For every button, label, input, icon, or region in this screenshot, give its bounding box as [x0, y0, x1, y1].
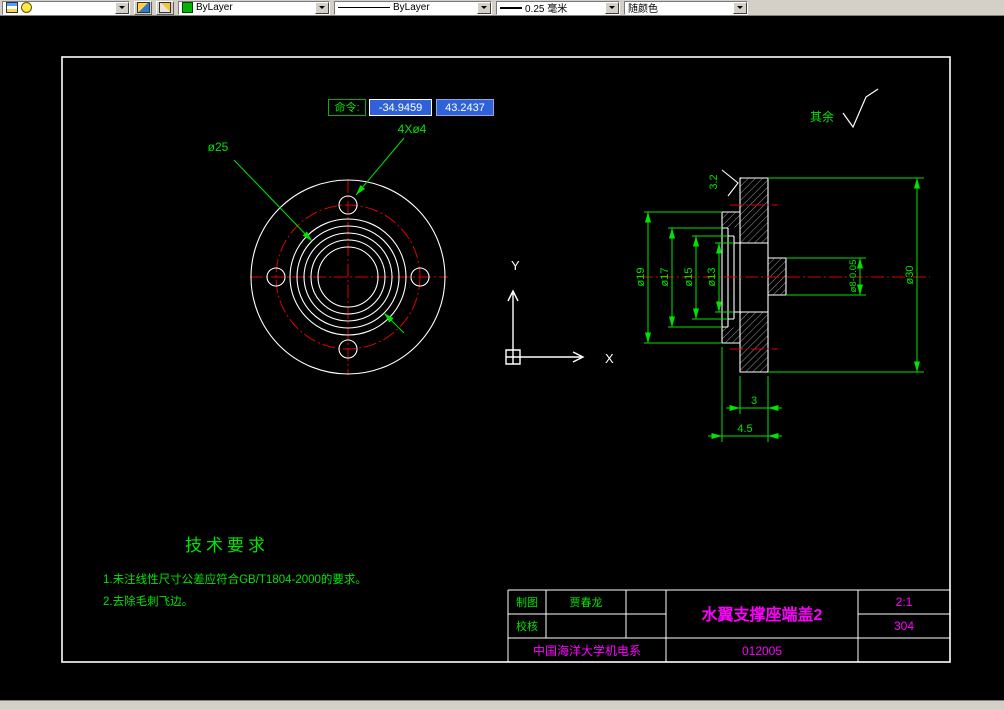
drawing-svg[interactable]: ø25 4Xø4 Y X ø19 ø17 ø15 ø13 ø8-0.05 ø30… — [0, 0, 1004, 709]
lineweight-value: 0.25 毫米 — [525, 4, 568, 15]
lineweight-sample-icon — [500, 6, 522, 9]
roughness-symbol-icon — [842, 88, 879, 129]
color-combo-dropdown[interactable] — [315, 1, 329, 14]
checked-label: 校核 — [516, 619, 538, 633]
hatch-region — [722, 212, 740, 228]
color-combo[interactable]: ByLayer — [178, 0, 330, 15]
layer-previous-button[interactable] — [156, 0, 174, 15]
drawn-label: 制图 — [516, 596, 538, 609]
other-surfaces-label: 其余 — [810, 109, 834, 124]
dim-label: ø8-0.05 — [848, 260, 859, 293]
layers-icon — [136, 2, 150, 13]
linetype-combo[interactable]: ByLayer — [334, 0, 492, 15]
organization: 中国海洋大学机电系 — [533, 643, 641, 658]
dim-label: ø13 — [706, 268, 718, 287]
front-view[interactable]: ø25 4Xø4 — [208, 122, 448, 375]
command-prompt-box[interactable]: 命令: — [328, 99, 366, 116]
dim-label: ø17 — [659, 268, 671, 287]
hatch-region — [722, 327, 740, 343]
title-block: 制图 贾春龙 校核 水翼支撑座端盖2 2:1 304 中国海洋大学机电系 012… — [507, 589, 950, 662]
dim-label: 3 — [751, 395, 757, 407]
material-value: 304 — [894, 619, 914, 633]
dim-label-holes: 4Xø4 — [398, 122, 427, 136]
drawing-number: 012005 — [742, 644, 782, 658]
ucs-y-label: Y — [511, 258, 520, 273]
plotstyle-value: 随颜色 — [628, 4, 658, 15]
hatch-region — [740, 178, 768, 243]
tech-req-item: 1.未注线性尺寸公差应符合GB/T1804-2000的要求。 — [103, 572, 367, 586]
layer-state-icon — [21, 2, 32, 13]
tech-req-title: 技术要求 — [185, 536, 269, 555]
dim-label: ø30 — [904, 266, 916, 285]
layer-tool-icon — [159, 2, 171, 13]
dim-label: 4.5 — [737, 423, 752, 435]
tech-req-item: 2.去除毛刺飞边。 — [103, 594, 193, 608]
roughness-symbol-icon — [721, 169, 739, 197]
part-name: 水翼支撑座端盖2 — [702, 605, 823, 624]
dim-label: ø15 — [683, 268, 695, 287]
plotstyle-combo-dropdown[interactable] — [733, 1, 747, 14]
linetype-combo-dropdown[interactable] — [477, 1, 491, 14]
scale-value: 2:1 — [896, 595, 913, 609]
layer-manager-button[interactable] — [134, 0, 152, 15]
ucs-icon: Y X — [505, 258, 614, 366]
linetype-value: ByLayer — [393, 2, 430, 13]
dim-label-boss: ø25 — [208, 140, 229, 154]
section-view[interactable]: ø19 ø17 ø15 ø13 ø8-0.05 ø30 3 4.5 3.2 — [635, 169, 930, 442]
color-value: ByLayer — [196, 2, 233, 13]
layer-combo[interactable] — [2, 0, 130, 15]
drawn-by: 贾春龙 — [570, 596, 603, 609]
technical-requirements: 技术要求 1.未注线性尺寸公差应符合GB/T1804-2000的要求。 2.去除… — [103, 536, 367, 608]
plotstyle-combo[interactable]: 随颜色 — [624, 0, 748, 15]
lineweight-combo[interactable]: 0.25 毫米 — [496, 0, 620, 15]
layer-combo-dropdown[interactable] — [115, 1, 129, 14]
properties-toolbar: ByLayer ByLayer 0.25 毫米 随颜色 — [0, 0, 1004, 16]
color-swatch — [182, 2, 193, 13]
hatch-region — [740, 312, 768, 372]
ucs-x-label: X — [605, 351, 614, 366]
linetype-sample-icon — [338, 7, 390, 8]
dim-label: ø19 — [635, 268, 647, 287]
coordinate-x-input[interactable]: -34.9459 — [369, 99, 432, 116]
status-bar — [0, 700, 1004, 709]
roughness-value: 3.2 — [708, 174, 720, 189]
layer-visibility-icon — [6, 2, 18, 13]
coordinate-y-input[interactable]: 43.2437 — [436, 99, 494, 116]
general-roughness-note: 其余 — [810, 88, 879, 129]
lineweight-combo-dropdown[interactable] — [605, 1, 619, 14]
